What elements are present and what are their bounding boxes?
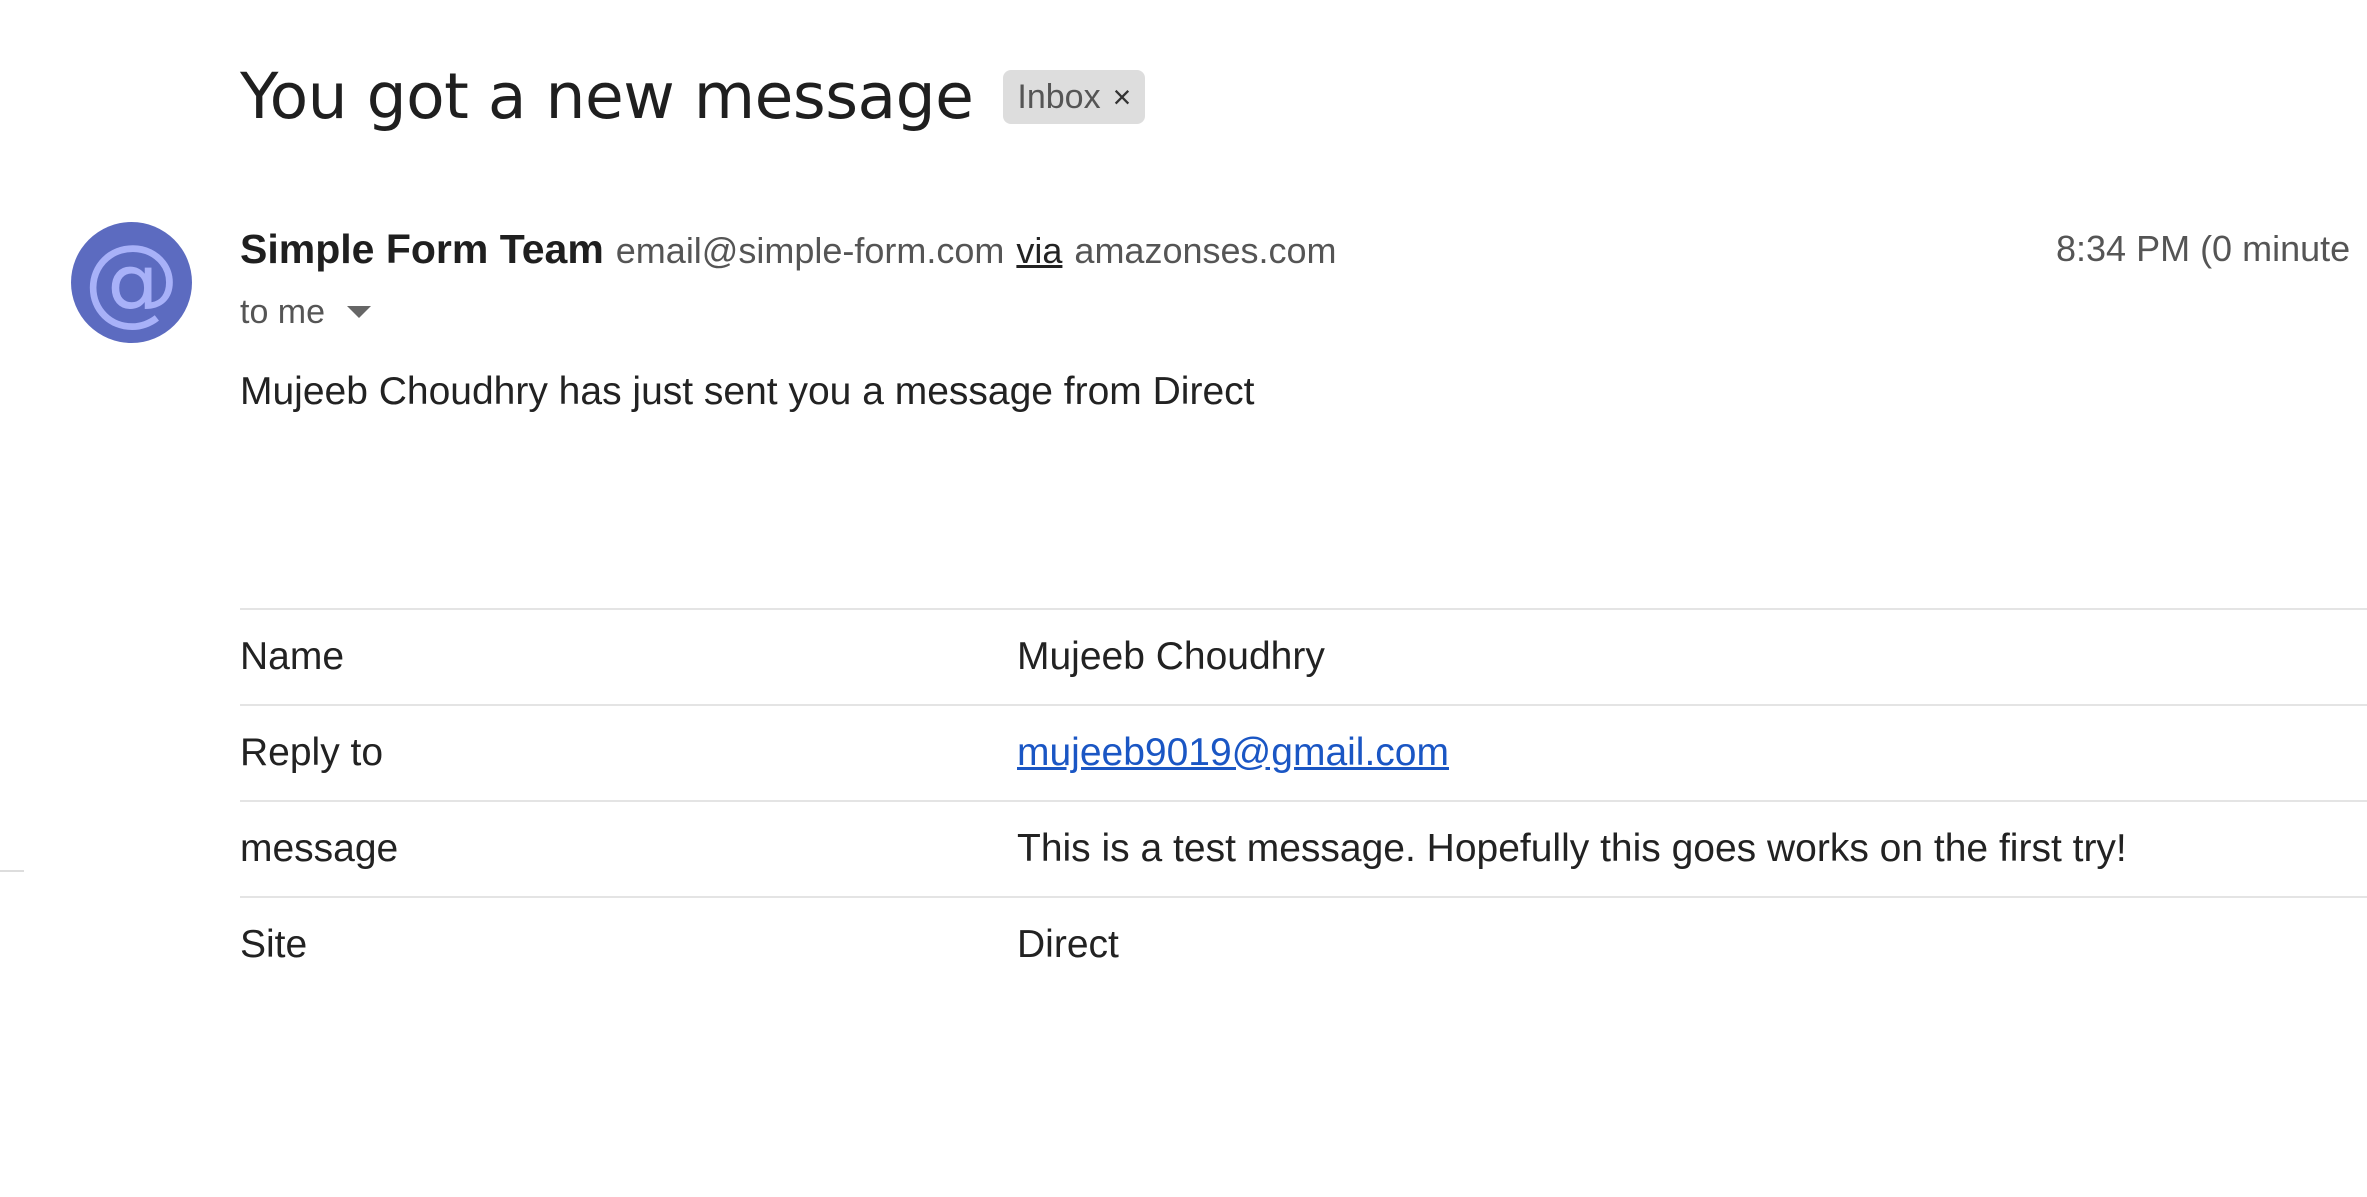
field-key: Name	[240, 635, 345, 678]
message-intro: Mujeeb Choudhry has just sent you a mess…	[240, 370, 1255, 413]
field-key: Reply to	[240, 731, 384, 774]
field-key: Site	[240, 923, 308, 966]
field-value: mujeeb9019@gmail.com	[1017, 706, 1449, 800]
at-sign-icon: @	[83, 223, 180, 336]
recipient-details-toggle[interactable]: to me	[240, 288, 372, 336]
inbox-label-text: Inbox	[1017, 77, 1101, 116]
field-key: message	[240, 827, 399, 870]
table-row: Name Mujeeb Choudhry	[240, 610, 2367, 706]
remove-label-icon[interactable]: ×	[1113, 79, 1132, 116]
show-details-dropdown-icon[interactable]	[347, 306, 372, 318]
subject-header: You got a new message Inbox ×	[240, 52, 1146, 142]
field-value: Mujeeb Choudhry	[1017, 635, 1325, 678]
field-value: Direct	[1017, 923, 1119, 966]
recipient-label: to me	[240, 292, 326, 331]
reply-to-email-link[interactable]: mujeeb9019@gmail.com	[1017, 731, 1449, 774]
sender-email: email@simple-form.com	[615, 230, 1005, 271]
email-subject: You got a new message	[240, 60, 974, 133]
via-domain: amazonses.com	[1074, 230, 1337, 271]
sender-name[interactable]: Simple Form Team	[240, 226, 604, 273]
field-value: This is a test message. Hopefully this g…	[1017, 827, 2127, 870]
table-row: Reply to mujeeb9019@gmail.com	[240, 706, 2367, 802]
sender-avatar[interactable]: @	[71, 222, 192, 343]
form-fields-table: Name Mujeeb Choudhry Reply to mujeeb9019…	[240, 608, 2367, 992]
inbox-label-chip[interactable]: Inbox ×	[1003, 70, 1146, 124]
table-row: Site Direct	[240, 898, 2367, 992]
via-link[interactable]: via	[1016, 230, 1062, 272]
message-timestamp: 8:34 PM (0 minute	[2056, 228, 2351, 269]
sender-line: Simple Form Team email@simple-form.com v…	[240, 226, 1337, 276]
pane-divider	[0, 870, 24, 872]
table-row: message This is a test message. Hopefull…	[240, 802, 2367, 898]
